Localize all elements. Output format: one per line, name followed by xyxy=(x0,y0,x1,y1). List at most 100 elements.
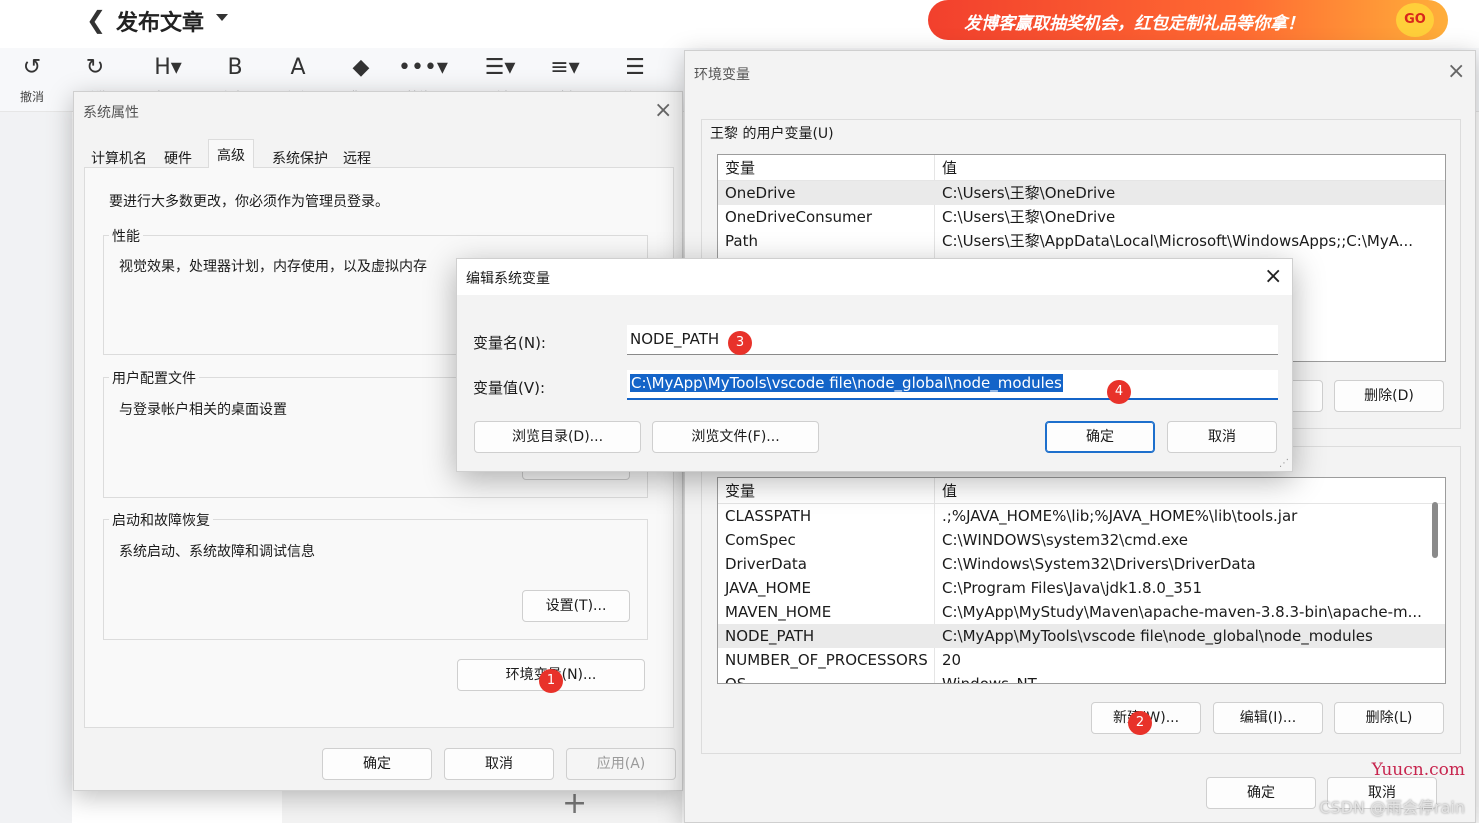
bold-icon[interactable]: B xyxy=(215,55,255,80)
step-badge-2: 2 xyxy=(1128,711,1152,735)
table-row[interactable]: OS Windows_NT xyxy=(718,672,1445,684)
variable-value: C:\MyApp\MyTools\vscode file\node_global… xyxy=(942,627,1373,645)
variable-name: JAVA_HOME xyxy=(725,579,812,597)
variable-value: C:\Program Files\Java\jdk1.8.0_351 xyxy=(942,579,1203,597)
system-delete-button[interactable]: 删除(L) xyxy=(1334,702,1444,734)
promo-banner[interactable]: 发博客赢取抽奖机会，红包定制礼品等你拿！ xyxy=(928,0,1448,40)
table-row[interactable]: NODE_PATH C:\MyApp\MyTools\vscode file\no… xyxy=(718,624,1445,648)
variable-name: OS xyxy=(725,675,747,684)
browse-file-button[interactable]: 浏览文件(F)... xyxy=(652,421,819,453)
column-value[interactable]: 值 xyxy=(942,478,957,504)
font-color-icon[interactable]: A xyxy=(278,55,318,80)
table-row[interactable]: OneDrive C:\Users\王黎\OneDrive xyxy=(718,181,1445,205)
undo-icon[interactable]: ↺ xyxy=(12,55,52,80)
title-bar xyxy=(457,259,1292,295)
system-edit-button[interactable]: 编辑(I)... xyxy=(1213,702,1323,734)
resize-grip-icon[interactable]: ⋰ xyxy=(1279,458,1289,469)
variable-name: Path xyxy=(725,232,758,250)
indent-icon[interactable]: ☰ xyxy=(615,55,655,80)
startup-recovery-title: 启动和故障恢复 xyxy=(109,510,213,530)
dialog-title: 环境变量 xyxy=(694,67,750,83)
table-row[interactable]: Path C:\Users\王黎\AppData\Local\Microsoft\… xyxy=(718,229,1445,253)
table-row[interactable]: MAVEN_HOME C:\MyApp\MyStudy\Maven\apache-… xyxy=(718,600,1445,624)
column-value[interactable]: 值 xyxy=(942,155,957,181)
cancel-button[interactable]: 取消 xyxy=(1167,421,1277,453)
performance-desc: 视觉效果，处理器计划，内存使用，以及虚拟内存 xyxy=(119,259,427,275)
variable-name: OneDrive xyxy=(725,184,796,202)
list-header: 变量 值 xyxy=(718,478,1445,504)
variable-name: CLASSPATH xyxy=(725,507,812,525)
back-icon[interactable]: ❮ xyxy=(86,6,106,34)
cancel-button[interactable]: 取消 xyxy=(444,748,554,780)
close-icon[interactable]: × xyxy=(654,100,672,122)
variable-value: .;%JAVA_HOME%\lib;%JAVA_HOME%\lib\tools.… xyxy=(942,507,1298,525)
ok-button[interactable]: 确定 xyxy=(1045,421,1155,453)
list-header: 变量 值 xyxy=(718,155,1445,181)
table-row[interactable]: OneDriveConsumer C:\Users\王黎\OneDrive xyxy=(718,205,1445,229)
user-profile-title: 用户配置文件 xyxy=(109,368,199,388)
user-delete-button[interactable]: 删除(D) xyxy=(1334,380,1444,412)
apply-button[interactable]: 应用(A) xyxy=(566,748,676,780)
column-variable[interactable]: 变量 xyxy=(725,155,755,181)
variable-name: ComSpec xyxy=(725,531,796,549)
variable-name-value: NODE_PATH xyxy=(630,330,720,348)
step-badge-4: 4 xyxy=(1107,380,1131,404)
variable-value: C:\Users\王黎\OneDrive xyxy=(942,184,1116,202)
promo-text: 发博客赢取抽奖机会，红包定制礼品等你拿！ xyxy=(964,14,1304,34)
add-block-icon[interactable]: + xyxy=(562,786,587,821)
table-row[interactable]: DriverData C:\Windows\System32\Drivers\Dr… xyxy=(718,552,1445,576)
variable-value: C:\WINDOWS\system32\cmd.exe xyxy=(942,531,1188,549)
variable-name: NUMBER_OF_PROCESSORS xyxy=(725,651,928,669)
table-row[interactable]: NUMBER_OF_PROCESSORS 20 xyxy=(718,648,1445,672)
table-row[interactable]: ComSpec C:\WINDOWS\system32\cmd.exe xyxy=(718,528,1445,552)
step-badge-1: 1 xyxy=(539,669,563,693)
performance-title: 性能 xyxy=(109,226,143,246)
chevron-down-icon[interactable] xyxy=(216,14,228,21)
variable-value-selected-text: C:\MyApp\MyTools\vscode file\node_global… xyxy=(630,374,1063,392)
toolbar-label: 撤消 xyxy=(19,90,44,104)
close-icon[interactable]: × xyxy=(1264,266,1282,288)
variable-value: C:\Users\王黎\AppData\Local\Microsoft\Wind… xyxy=(942,232,1413,250)
align-icon[interactable]: ≡▾ xyxy=(545,55,585,80)
variable-name: NODE_PATH xyxy=(725,627,815,645)
ok-button[interactable]: 确定 xyxy=(322,748,432,780)
table-row[interactable]: JAVA_HOME C:\Program Files\Java\jdk1.8.0_… xyxy=(718,576,1445,600)
fill-icon[interactable]: ◆ xyxy=(341,55,381,80)
variable-value-label: 变量值(V): xyxy=(473,379,546,397)
tab-advanced[interactable]: 高级 xyxy=(208,139,254,169)
redo-icon[interactable]: ↻ xyxy=(75,55,115,80)
user-vars-title: 王黎 的用户变量(U) xyxy=(707,123,837,143)
variable-value: C:\Users\王黎\OneDrive xyxy=(942,208,1116,226)
close-icon[interactable]: × xyxy=(1447,61,1465,83)
promo-go-button[interactable]: GO xyxy=(1396,3,1434,37)
variable-value-input[interactable]: C:\MyApp\MyTools\vscode file\node_global… xyxy=(627,370,1278,400)
variable-name-input[interactable]: NODE_PATH xyxy=(627,325,1278,355)
variable-value: C:\MyApp\MyStudy\Maven\apache-maven-3.8.… xyxy=(942,603,1422,621)
variable-name: DriverData xyxy=(725,555,807,573)
heading-icon[interactable]: H▾ xyxy=(148,55,188,80)
csdn-watermark: CSDN @雨会停rain xyxy=(1319,798,1465,817)
edit-system-variable-dialog: 编辑系统变量 × 变量名(N): NODE_PATH 变量值(V): C:\My… xyxy=(456,258,1293,472)
system-vars-list[interactable]: 变量 值 CLASSPATH .;%JAVA_HOME%\lib;%JAVA_HO… xyxy=(717,477,1446,684)
variable-value: 20 xyxy=(942,651,962,669)
watermark: Yuucn.com xyxy=(1371,760,1465,780)
startup-recovery-desc: 系统启动、系统故障和调试信息 xyxy=(119,544,315,560)
column-variable[interactable]: 变量 xyxy=(725,478,755,504)
editor-left-strip xyxy=(0,112,72,823)
browse-directory-button[interactable]: 浏览目录(D)... xyxy=(474,421,641,453)
scrollbar-thumb[interactable] xyxy=(1432,502,1438,558)
more-icon[interactable]: •••▾ xyxy=(398,55,448,80)
variable-value: Windows_NT xyxy=(942,675,1037,684)
table-row[interactable]: CLASSPATH .;%JAVA_HOME%\lib;%JAVA_HOME%\l… xyxy=(718,504,1445,528)
admin-note: 要进行大多数更改，你必须作为管理员登录。 xyxy=(109,194,389,210)
startup-settings-button[interactable]: 设置(T)... xyxy=(522,590,630,622)
dialog-title: 编辑系统变量 xyxy=(466,271,550,287)
page-title[interactable]: 发布文章 xyxy=(116,5,204,37)
dialog-title: 系统属性 xyxy=(83,105,139,121)
step-badge-3: 3 xyxy=(728,331,752,355)
variable-name: MAVEN_HOME xyxy=(725,603,832,621)
ok-button[interactable]: 确定 xyxy=(1206,777,1316,809)
variable-value: C:\Windows\System32\Drivers\DriverData xyxy=(942,555,1256,573)
variable-name-label: 变量名(N): xyxy=(473,334,546,352)
list-icon[interactable]: ☰▾ xyxy=(480,55,520,80)
